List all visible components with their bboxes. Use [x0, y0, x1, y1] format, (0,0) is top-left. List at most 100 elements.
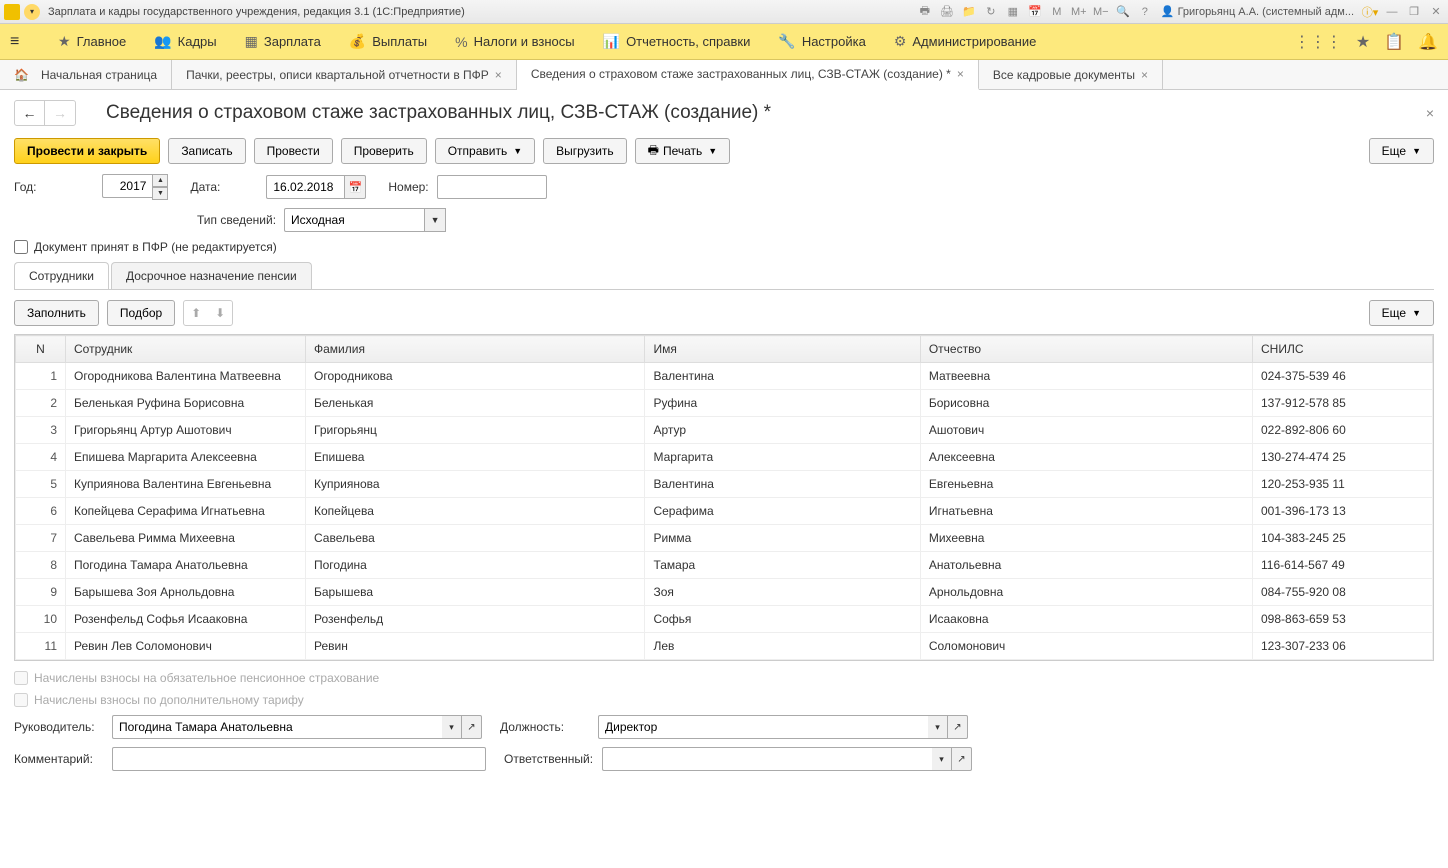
comment-field[interactable]: [112, 747, 486, 771]
user-info[interactable]: 👤 Григорьянц А.А. (системный адм...: [1161, 5, 1354, 18]
table-row[interactable]: 7 Савельева Римма Михеевна Савельева Рим…: [16, 525, 1433, 552]
fill-button[interactable]: Заполнить: [14, 300, 99, 326]
position-field[interactable]: [598, 715, 928, 739]
type-field[interactable]: [284, 208, 424, 232]
cell-first: Тамара: [645, 552, 920, 579]
menu-kadry[interactable]: 👥Кадры: [154, 33, 216, 50]
back-button[interactable]: ←: [15, 101, 45, 125]
dropdown-icon[interactable]: ▼: [424, 208, 446, 232]
write-button[interactable]: Записать: [168, 138, 245, 164]
menu-nastroyka[interactable]: 🔧Настройка: [778, 33, 865, 50]
printer-icon[interactable]: 🖨: [939, 4, 955, 20]
col-middlename[interactable]: Отчество: [920, 336, 1252, 363]
hamburger-icon[interactable]: ≡: [10, 33, 30, 51]
menu-admin[interactable]: ⚙Администрирование: [894, 33, 1037, 50]
manager-combo[interactable]: ▾ ↗: [112, 715, 482, 739]
zoom-icon[interactable]: 🔍: [1115, 4, 1131, 20]
table-row[interactable]: 9 Барышева Зоя Арнольдовна Барышева Зоя …: [16, 579, 1433, 606]
year-input[interactable]: ▲▼: [102, 174, 168, 200]
manager-field[interactable]: [112, 715, 442, 739]
bell-icon[interactable]: 🔔: [1418, 32, 1438, 52]
table-row[interactable]: 4 Епишева Маргарита Алексеевна Епишева М…: [16, 444, 1433, 471]
col-n[interactable]: N: [16, 336, 66, 363]
cell-full: Епишева Маргарита Алексеевна: [66, 444, 306, 471]
accepted-checkbox[interactable]: [14, 240, 28, 254]
position-combo[interactable]: ▾ ↗: [598, 715, 968, 739]
type-select[interactable]: ▼: [284, 208, 446, 232]
move-up-icon[interactable]: ⬆: [184, 301, 208, 325]
dropdown-icon[interactable]: ▾: [442, 715, 462, 739]
col-employee[interactable]: Сотрудник: [66, 336, 306, 363]
more-button[interactable]: Еще▼: [1369, 138, 1434, 164]
date-input[interactable]: 📅: [266, 175, 366, 199]
check-ops-label: Начислены взносы на обязательное пенсион…: [34, 671, 379, 685]
m-icon[interactable]: M: [1049, 4, 1065, 20]
check-button[interactable]: Проверить: [341, 138, 427, 164]
calendar-icon[interactable]: 📅: [344, 175, 366, 199]
app-dropdown-icon[interactable]: ▾: [24, 4, 40, 20]
inner-tab-pension[interactable]: Досрочное назначение пенсии: [111, 262, 312, 289]
table-more-button[interactable]: Еще▼: [1369, 300, 1434, 326]
number-field[interactable]: [437, 175, 547, 199]
tab-home[interactable]: Начальная страница: [0, 60, 172, 89]
open-icon[interactable]: ↗: [462, 715, 482, 739]
close-icon[interactable]: ×: [1141, 68, 1148, 82]
table-row[interactable]: 2 Беленькая Руфина Борисовна Беленькая Р…: [16, 390, 1433, 417]
post-and-close-button[interactable]: Провести и закрыть: [14, 138, 160, 164]
table-row[interactable]: 11 Ревин Лев Соломонович Ревин Лев Солом…: [16, 633, 1433, 660]
tab-all-docs[interactable]: Все кадровые документы×: [979, 60, 1163, 89]
menu-nalogi[interactable]: %Налоги и взносы: [455, 34, 575, 50]
close-window-icon[interactable]: ✕: [1428, 4, 1444, 20]
spin-up-icon[interactable]: ▲: [152, 174, 168, 187]
close-icon[interactable]: ×: [957, 67, 964, 81]
table-row[interactable]: 1 Огородникова Валентина Матвеевна Огоро…: [16, 363, 1433, 390]
table-row[interactable]: 8 Погодина Тамара Анатольевна Погодина Т…: [16, 552, 1433, 579]
table-row[interactable]: 6 Копейцева Серафима Игнатьевна Копейцев…: [16, 498, 1433, 525]
menu-vyplaty[interactable]: 💰Выплаты: [349, 33, 427, 50]
inner-tab-employees[interactable]: Сотрудники: [14, 262, 109, 289]
dropdown-icon[interactable]: ▾: [932, 747, 952, 771]
move-down-icon[interactable]: ⬇: [208, 301, 232, 325]
favorite-icon[interactable]: ★: [1356, 32, 1370, 52]
print-icon[interactable]: 🖶: [917, 4, 933, 20]
close-icon[interactable]: ×: [495, 68, 502, 82]
grid-icon[interactable]: ▦: [1005, 4, 1021, 20]
col-snils[interactable]: СНИЛС: [1253, 336, 1433, 363]
help-icon[interactable]: ?: [1137, 4, 1153, 20]
info-icon[interactable]: ⓘ▾: [1362, 4, 1378, 20]
m-plus-icon[interactable]: M+: [1071, 4, 1087, 20]
minimize-icon[interactable]: —: [1384, 4, 1400, 20]
table-row[interactable]: 5 Куприянова Валентина Евгеньевна Куприя…: [16, 471, 1433, 498]
tab-pfr[interactable]: Пачки, реестры, описи квартальной отчетн…: [172, 60, 517, 89]
col-lastname[interactable]: Фамилия: [306, 336, 645, 363]
send-button[interactable]: Отправить▼: [435, 138, 535, 164]
post-button[interactable]: Провести: [254, 138, 333, 164]
open-icon[interactable]: ↗: [948, 715, 968, 739]
menu-main[interactable]: ★Главное: [58, 33, 126, 50]
forward-button[interactable]: →: [45, 101, 75, 125]
responsible-field[interactable]: [602, 747, 932, 771]
menu-zarplata[interactable]: ▦Зарплата: [245, 33, 321, 50]
spin-down-icon[interactable]: ▼: [152, 187, 168, 200]
history-icon[interactable]: 📋: [1384, 32, 1404, 52]
open-icon[interactable]: ↗: [952, 747, 972, 771]
export-button[interactable]: Выгрузить: [543, 138, 627, 164]
maximize-icon[interactable]: ❐: [1406, 4, 1422, 20]
table-row[interactable]: 3 Григорьянц Артур Ашотович Григорьянц А…: [16, 417, 1433, 444]
pick-button[interactable]: Подбор: [107, 300, 175, 326]
year-field[interactable]: [102, 174, 152, 198]
date-field[interactable]: [266, 175, 344, 199]
refresh-icon[interactable]: ↻: [983, 4, 999, 20]
folder-icon[interactable]: 📁: [961, 4, 977, 20]
col-firstname[interactable]: Имя: [645, 336, 920, 363]
apps-icon[interactable]: ⋮⋮⋮: [1294, 32, 1342, 52]
calendar-icon[interactable]: 📅: [1027, 4, 1043, 20]
close-page-icon[interactable]: ×: [1426, 105, 1434, 121]
responsible-combo[interactable]: ▾ ↗: [602, 747, 972, 771]
table-row[interactable]: 10 Розенфельд Софья Исааковна Розенфельд…: [16, 606, 1433, 633]
menu-otchet[interactable]: 📊Отчетность, справки: [603, 33, 751, 50]
m-minus-icon[interactable]: M−: [1093, 4, 1109, 20]
print-button[interactable]: 🖶Печать▼: [635, 138, 731, 164]
dropdown-icon[interactable]: ▾: [928, 715, 948, 739]
tab-szv-stazh[interactable]: Сведения о страховом стаже застрахованны…: [517, 60, 979, 90]
